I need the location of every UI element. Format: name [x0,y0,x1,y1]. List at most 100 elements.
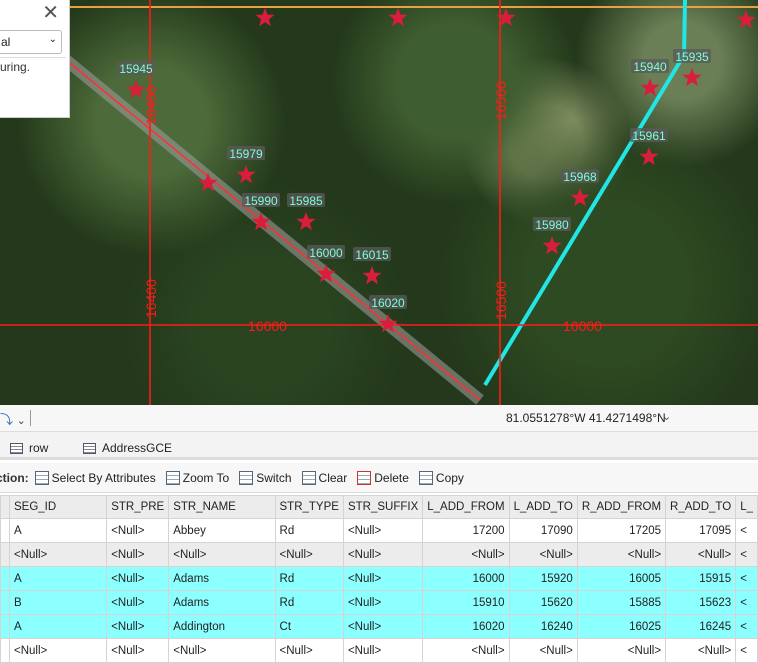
delete-button[interactable]: Delete [357,470,409,485]
column-header[interactable]: L_ [735,495,758,519]
table-cell[interactable]: <Null> [665,542,737,567]
column-header[interactable]: L_ADD_TO [508,495,578,519]
row-selector[interactable] [0,542,10,567]
table-cell[interactable]: <Null> [342,614,424,639]
row-selector[interactable] [0,638,10,663]
column-header[interactable]: SEG_ID [8,495,108,519]
address-point-star[interactable] [570,188,590,207]
address-point-star[interactable] [640,78,660,97]
table-cell[interactable]: <Null> [8,638,108,663]
table-cell[interactable]: <Null> [342,518,424,543]
table-cell[interactable]: <Null> [665,638,737,663]
table-cell[interactable]: 17095 [665,518,737,543]
table-cell[interactable]: <Null> [508,638,578,663]
table-cell[interactable]: Adams [168,566,276,591]
table-cell[interactable]: <Null> [106,566,170,591]
table-cell[interactable]: <Null> [342,542,424,567]
table-cell[interactable]: Rd [274,518,344,543]
address-point-star[interactable] [639,147,659,166]
table-row[interactable]: A <Null> Adams Rd <Null> 16000 15920 16005 15915… [0,566,758,591]
table-cell[interactable]: A [8,566,108,591]
table-cell[interactable]: 16245 [665,614,737,639]
tab-row[interactable]: row [10,441,48,455]
column-header[interactable]: R_ADD_TO [665,495,737,519]
copy-button[interactable]: Copy [418,470,464,485]
table-cell[interactable]: < [735,590,758,615]
column-header[interactable]: STR_TYPE [274,495,344,519]
address-point-star[interactable] [542,236,562,255]
close-icon[interactable]: ✕ [42,0,59,25]
table-cell[interactable]: 15885 [576,590,667,615]
table-cell[interactable]: 17090 [508,518,578,543]
table-cell[interactable]: Ct [274,614,344,639]
chevron-down-icon[interactable]: ⌄ [662,410,671,423]
table-cell[interactable]: Adams [168,590,276,615]
table-cell[interactable]: Rd [274,566,344,591]
table-cell[interactable]: < [735,638,758,663]
address-point-star[interactable] [236,165,256,184]
tab-addressgce[interactable]: AddressGCE [83,441,172,455]
address-point-star[interactable] [362,266,382,285]
table-cell[interactable]: <Null> [8,542,108,567]
column-header[interactable]: STR_SUFFIX [342,495,424,519]
switch-button[interactable]: Switch [239,470,292,485]
map-view[interactable]: 16400 16400 16500 16500 16000 16000 1594… [0,0,758,405]
dropdown[interactable]: al ⌄ [0,30,62,54]
table-cell[interactable]: <Null> [576,542,667,567]
select-by-attributes-button[interactable]: Select By Attributes [34,470,156,485]
column-header[interactable]: R_ADD_FROM [576,495,667,519]
table-cell[interactable]: <Null> [106,638,170,663]
table-row[interactable]: <Null> <Null> <Null> <Null> <Null> <Null> <Nul… [0,638,758,663]
address-point-star[interactable] [255,8,275,27]
table-cell[interactable]: B [8,590,108,615]
table-cell[interactable]: Abbey [168,518,276,543]
table-cell[interactable]: <Null> [168,542,276,567]
table-cell[interactable]: 17200 [422,518,510,543]
column-header[interactable]: STR_NAME [168,495,276,519]
column-header[interactable]: STR_PRE [106,495,170,519]
table-cell[interactable]: <Null> [168,638,276,663]
address-point-star[interactable] [682,68,702,87]
table-cell[interactable]: Addington [168,614,276,639]
table-cell[interactable]: 16000 [422,566,510,591]
row-selector[interactable] [0,614,10,639]
table-cell[interactable]: < [735,518,758,543]
row-selector[interactable] [0,566,10,591]
column-header[interactable]: L_ADD_FROM [422,495,510,519]
table-cell[interactable]: 17205 [576,518,667,543]
address-point-star[interactable] [736,10,756,29]
table-cell[interactable]: <Null> [106,590,170,615]
table-cell[interactable]: < [735,614,758,639]
table-cell[interactable]: A [8,518,108,543]
address-point-star[interactable] [296,212,316,231]
table-row[interactable]: A <Null> Addington Ct <Null> 16020 16240 16025 1… [0,614,758,639]
table-row[interactable]: B <Null> Adams Rd <Null> 15910 15620 15885 15623… [0,590,758,615]
table-cell[interactable]: < [735,566,758,591]
table-cell[interactable]: <Null> [342,590,424,615]
table-cell[interactable]: 16020 [422,614,510,639]
table-row[interactable]: A <Null> Abbey Rd <Null> 17200 17090 17205 17095… [0,518,758,543]
table-cell[interactable]: Rd [274,590,344,615]
clear-button[interactable]: Clear [301,470,347,485]
table-cell[interactable]: 16240 [508,614,578,639]
table-cell[interactable]: <Null> [508,542,578,567]
table-cell[interactable]: <Null> [106,614,170,639]
zoom-to-button[interactable]: Zoom To [165,470,229,485]
table-cell[interactable]: <Null> [106,518,170,543]
table-row[interactable]: <Null> <Null> <Null> <Null> <Null> <Null> <Nul… [0,542,758,567]
table-cell[interactable]: <Null> [274,638,344,663]
navigate-icon[interactable]: ⤵ ⌄ [0,409,26,428]
table-cell[interactable]: <Null> [422,638,510,663]
table-cell[interactable]: A [8,614,108,639]
table-cell[interactable]: 15915 [665,566,737,591]
table-cell[interactable]: 15920 [508,566,578,591]
table-cell[interactable]: 15910 [422,590,510,615]
row-selector[interactable] [0,518,10,543]
table-cell[interactable]: 15620 [508,590,578,615]
table-cell[interactable]: < [735,542,758,567]
table-cell[interactable]: 15623 [665,590,737,615]
table-cell[interactable]: 16025 [576,614,667,639]
table-cell[interactable]: <Null> [576,638,667,663]
table-cell[interactable]: <Null> [342,638,424,663]
table-cell[interactable]: <Null> [106,542,170,567]
